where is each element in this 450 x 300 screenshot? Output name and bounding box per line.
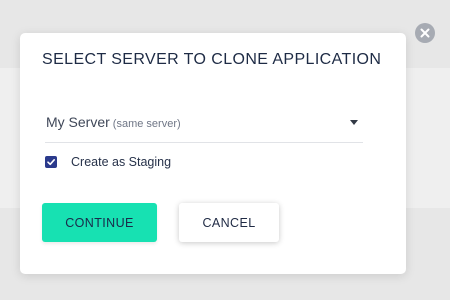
close-icon	[420, 28, 430, 38]
staging-checkbox[interactable]	[45, 156, 57, 168]
staging-option[interactable]: Create as Staging	[45, 154, 171, 170]
close-dialog-button[interactable]	[415, 23, 435, 43]
cancel-button[interactable]: CANCEL	[179, 203, 279, 242]
caret-down-icon	[350, 120, 358, 125]
continue-button[interactable]: CONTINUE	[42, 203, 157, 242]
server-select[interactable]: My Server (same server)	[45, 107, 363, 143]
checkmark-icon	[47, 159, 55, 166]
server-select-name: My Server	[46, 114, 110, 130]
server-select-value: My Server (same server)	[46, 114, 181, 130]
staging-checkbox-label: Create as Staging	[71, 155, 172, 169]
server-select-hint: (same server)	[112, 118, 181, 130]
dialog-title: SELECT SERVER TO CLONE APPLICATION	[42, 51, 382, 68]
clone-application-dialog: SELECT SERVER TO CLONE APPLICATION My Se…	[20, 33, 406, 274]
